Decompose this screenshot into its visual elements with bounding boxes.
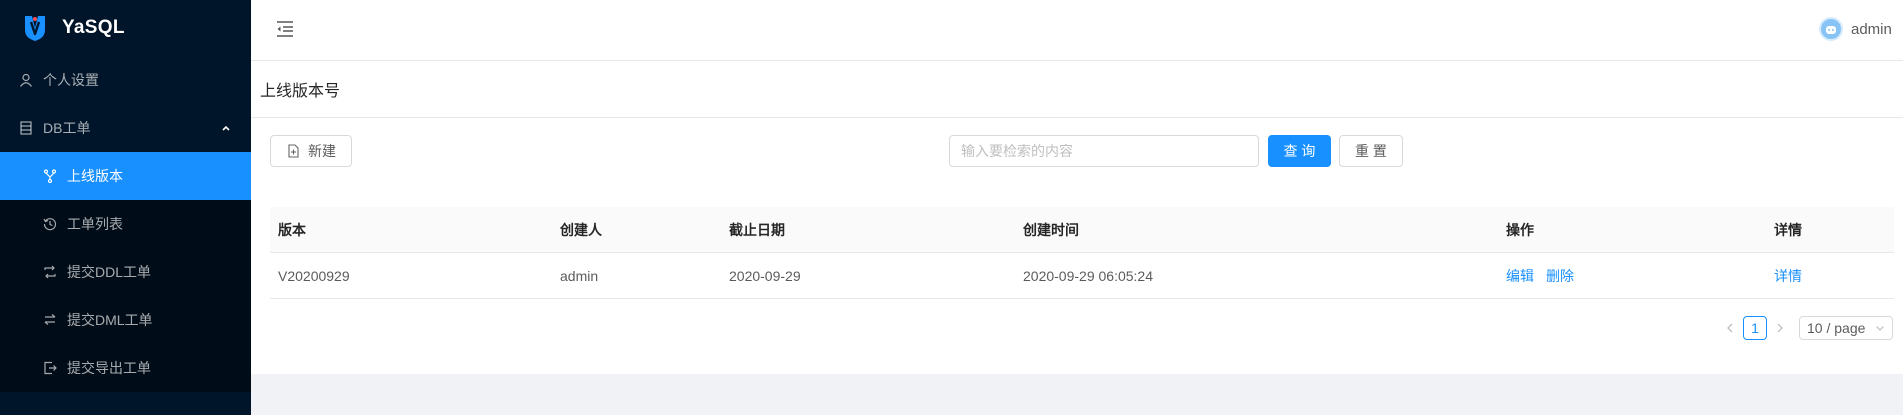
- swap-icon: [43, 265, 57, 279]
- cell-created-time: 2020-09-29 06:05:24: [1023, 267, 1153, 284]
- history-icon: [43, 217, 57, 231]
- new-button-label: 新建: [308, 143, 336, 159]
- sidebar-item-submit-export[interactable]: 提交导出工单: [0, 344, 251, 392]
- sidebar-item-label: 提交DDL工单: [67, 264, 152, 280]
- card-header: 上线版本号: [251, 61, 1903, 118]
- sidebar-item-workorder-list[interactable]: 工单列表: [0, 200, 251, 248]
- sidebar-item-label: 上线版本: [67, 168, 123, 184]
- avatar: [1819, 17, 1843, 41]
- sidebar-item-personal-settings[interactable]: 个人设置: [0, 56, 251, 104]
- column-header: 创建时间: [1023, 221, 1079, 238]
- database-icon: [19, 121, 33, 135]
- cell-version: V20200929: [278, 267, 350, 284]
- column-header: 截止日期: [729, 221, 785, 238]
- page-size-value: 10 / page: [1807, 320, 1866, 336]
- reset-button[interactable]: 重 置: [1339, 135, 1403, 167]
- user-name: admin: [1851, 20, 1892, 38]
- sidebar-item-submit-ddl[interactable]: 提交DDL工单: [0, 248, 251, 296]
- export-icon: [43, 361, 57, 375]
- robot-icon: [1826, 26, 1836, 34]
- page-title: 上线版本号: [260, 83, 341, 100]
- edit-link[interactable]: 编辑: [1506, 268, 1534, 284]
- sidebar: YaSQL 个人设置 DB工单 上线版本 工单列表 提交DDL工单 提交DML工…: [0, 0, 251, 415]
- menu-fold-icon[interactable]: [275, 19, 295, 39]
- user-icon: [19, 73, 33, 87]
- db-submenu: 上线版本 工单列表 提交DDL工单 提交DML工单 提交导出工单: [0, 152, 251, 392]
- pagination: 1 10 / page: [1719, 316, 1893, 340]
- sidebar-item-db-workorder[interactable]: DB工单: [0, 104, 251, 152]
- column-header: 操作: [1506, 221, 1534, 238]
- chevron-up-icon: [222, 125, 230, 131]
- search-input[interactable]: [949, 135, 1259, 167]
- branch-icon: [43, 169, 57, 183]
- cell-creator: admin: [560, 267, 599, 284]
- sidebar-item-label: DB工单: [43, 120, 91, 136]
- sidebar-item-label: 提交导出工单: [67, 360, 151, 376]
- table-header-row: 版本 创建人 截止日期 创建时间 操作 详情: [270, 207, 1894, 253]
- sidebar-item-label: 个人设置: [43, 72, 99, 88]
- chevron-right-icon[interactable]: [1769, 317, 1791, 339]
- sidebar-item-label: 提交DML工单: [67, 312, 153, 328]
- column-header: 创建人: [560, 221, 602, 238]
- cell-actions: 编辑 删除: [1498, 266, 1766, 286]
- column-header: 版本: [278, 221, 306, 238]
- cell-detail: 详情: [1766, 266, 1894, 286]
- cell-deadline: 2020-09-29: [729, 267, 801, 284]
- page-number[interactable]: 1: [1743, 316, 1767, 340]
- app-name: YaSQL: [62, 17, 125, 38]
- sidebar-item-label: 工单列表: [67, 216, 123, 232]
- column-header: 详情: [1774, 221, 1802, 238]
- page-size-select[interactable]: 10 / page: [1799, 316, 1893, 340]
- top-header: admin: [251, 0, 1903, 61]
- table-row: V20200929 admin 2020-09-29 2020-09-29 06…: [270, 253, 1894, 299]
- logo-icon: [25, 16, 45, 41]
- reset-button-label: 重 置: [1355, 143, 1387, 159]
- detail-link[interactable]: 详情: [1774, 268, 1802, 284]
- query-button-label: 查 询: [1283, 143, 1316, 159]
- logo[interactable]: YaSQL: [0, 0, 251, 56]
- chevron-down-icon: [1876, 326, 1884, 331]
- user-menu[interactable]: admin: [1819, 17, 1903, 41]
- file-add-icon: [288, 144, 299, 158]
- exchange-icon: [43, 313, 57, 327]
- sidebar-item-release-version[interactable]: 上线版本: [0, 152, 251, 200]
- delete-link[interactable]: 删除: [1546, 268, 1574, 284]
- content-card: 上线版本号 新建 查 询 重 置 版本 创建人 截止日期 创建时间 操作 详情 …: [251, 61, 1903, 374]
- sidebar-item-submit-dml[interactable]: 提交DML工单: [0, 296, 251, 344]
- version-table: 版本 创建人 截止日期 创建时间 操作 详情 V20200929 admin 2…: [270, 207, 1894, 299]
- chevron-left-icon[interactable]: [1719, 317, 1741, 339]
- query-button[interactable]: 查 询: [1268, 135, 1331, 167]
- new-button[interactable]: 新建: [270, 135, 352, 167]
